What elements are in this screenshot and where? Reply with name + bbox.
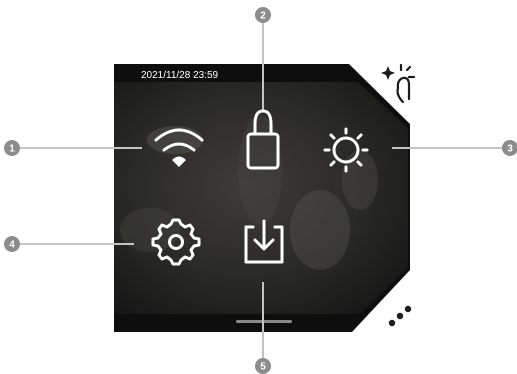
callout-3: 3 bbox=[502, 140, 517, 156]
callout-5: 5 bbox=[255, 358, 271, 374]
more-dots-icon[interactable] bbox=[388, 305, 412, 327]
device-screen-diagram: 2021/11/28 23:59 1 2 3 4 5 bbox=[4, 7, 517, 374]
svg-text:4: 4 bbox=[9, 240, 15, 251]
callout-2: 2 bbox=[255, 7, 271, 23]
sparkle-pointer-icon bbox=[381, 63, 416, 104]
status-datetime: 2021/11/28 23:59 bbox=[141, 70, 219, 81]
svg-text:2: 2 bbox=[260, 11, 266, 22]
callout-1: 1 bbox=[4, 140, 20, 156]
svg-text:3: 3 bbox=[507, 144, 513, 155]
svg-text:5: 5 bbox=[260, 362, 266, 373]
callout-4: 4 bbox=[4, 236, 20, 252]
svg-text:1: 1 bbox=[9, 144, 15, 155]
